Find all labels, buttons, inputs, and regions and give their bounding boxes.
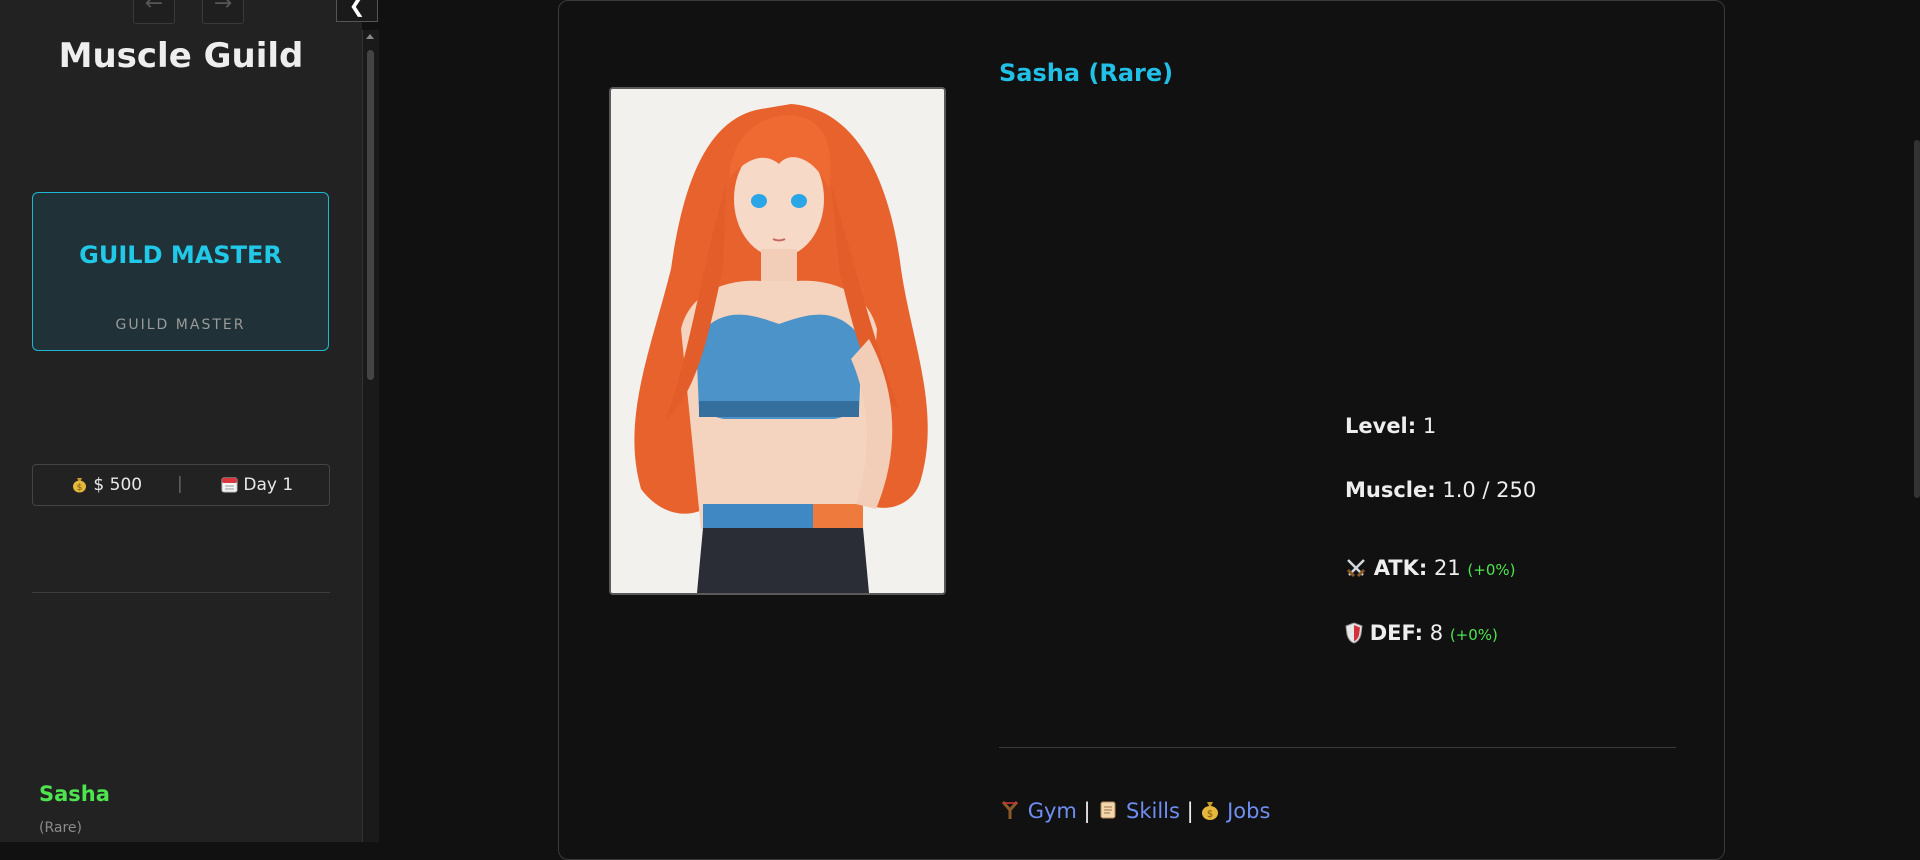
scroll-icon	[1097, 799, 1126, 823]
sidebar: ← → Muscle Guild GUILD MASTER GUILD MAST…	[0, 0, 362, 842]
guild-master-subtitle: GUILD MASTER	[115, 317, 246, 333]
day-value: Day 1	[243, 475, 294, 495]
level-stat: Level: 1	[1345, 414, 1436, 438]
guild-master-card[interactable]: GUILD MASTER GUILD MASTER	[32, 192, 329, 351]
link-jobs-label[interactable]: Jobs	[1227, 799, 1270, 823]
panel-divider	[999, 747, 1676, 748]
character-portrait	[609, 87, 946, 595]
atk-value: 21	[1434, 556, 1461, 580]
shield-icon	[1345, 621, 1370, 645]
muscle-stat: Muscle: 1.0 / 250	[1345, 478, 1536, 502]
money-value: $ 500	[93, 475, 143, 495]
link-separator: |	[1083, 799, 1091, 823]
money-stat: $ $ 500	[71, 475, 142, 495]
link-separator: |	[1186, 799, 1194, 823]
atk-percent: (+0%)	[1467, 561, 1516, 579]
link-gym-label[interactable]: Gym	[1028, 799, 1077, 823]
money-bag-icon: $	[1200, 799, 1227, 823]
scroll-up-icon[interactable]	[366, 34, 374, 39]
character-detail-panel: Sasha (Rare) Level: 1 Muscle: 1.0 / 250 …	[558, 0, 1725, 860]
roster-character-rarity: (Rare)	[39, 820, 82, 836]
calendar-icon	[221, 475, 243, 495]
link-skills[interactable]: Skills	[1097, 799, 1186, 823]
muscle-label: Muscle:	[1345, 478, 1436, 502]
slingshot-icon	[999, 799, 1028, 823]
muscle-value: 1.0 / 250	[1442, 478, 1537, 502]
resource-bar: $ $ 500 | Day 1	[32, 464, 330, 506]
back-arrow-icon[interactable]: ←	[133, 0, 175, 24]
stat-separator: |	[177, 474, 183, 494]
character-action-links: Gym | Skills | $ Jobs	[999, 799, 1270, 823]
roster-character-name[interactable]: Sasha	[39, 782, 110, 806]
crossed-swords-icon	[1345, 556, 1374, 580]
svg-text:$: $	[77, 483, 83, 493]
day-stat: Day 1	[221, 475, 293, 495]
atk-stat: ATK: 21 (+0%)	[1345, 556, 1516, 580]
svg-text:$: $	[1207, 809, 1213, 820]
money-bag-icon: $	[71, 475, 93, 495]
def-label: DEF:	[1369, 621, 1424, 645]
sidebar-scrollbar[interactable]	[362, 30, 379, 842]
sidebar-divider	[32, 592, 330, 593]
character-name-heading: Sasha (Rare)	[999, 59, 1174, 87]
link-skills-label[interactable]: Skills	[1126, 799, 1180, 823]
atk-label: ATK:	[1373, 556, 1428, 580]
level-label: Level:	[1345, 414, 1417, 438]
link-gym[interactable]: Gym	[999, 799, 1084, 823]
link-jobs[interactable]: $ Jobs	[1200, 799, 1270, 823]
forward-arrow-icon[interactable]: →	[202, 0, 244, 24]
chevron-left-icon: ❮	[348, 0, 366, 17]
level-value: 1	[1422, 414, 1437, 438]
def-stat: DEF: 8 (+0%)	[1345, 621, 1498, 645]
page-scrollbar[interactable]	[1914, 140, 1920, 498]
def-value: 8	[1429, 621, 1444, 645]
sidebar-scroll-thumb[interactable]	[367, 50, 374, 380]
def-percent: (+0%)	[1449, 626, 1498, 644]
collapse-sidebar-button[interactable]: ❮	[336, 0, 378, 22]
guild-master-title: GUILD MASTER	[79, 241, 282, 269]
game-title: Muscle Guild	[58, 36, 304, 76]
